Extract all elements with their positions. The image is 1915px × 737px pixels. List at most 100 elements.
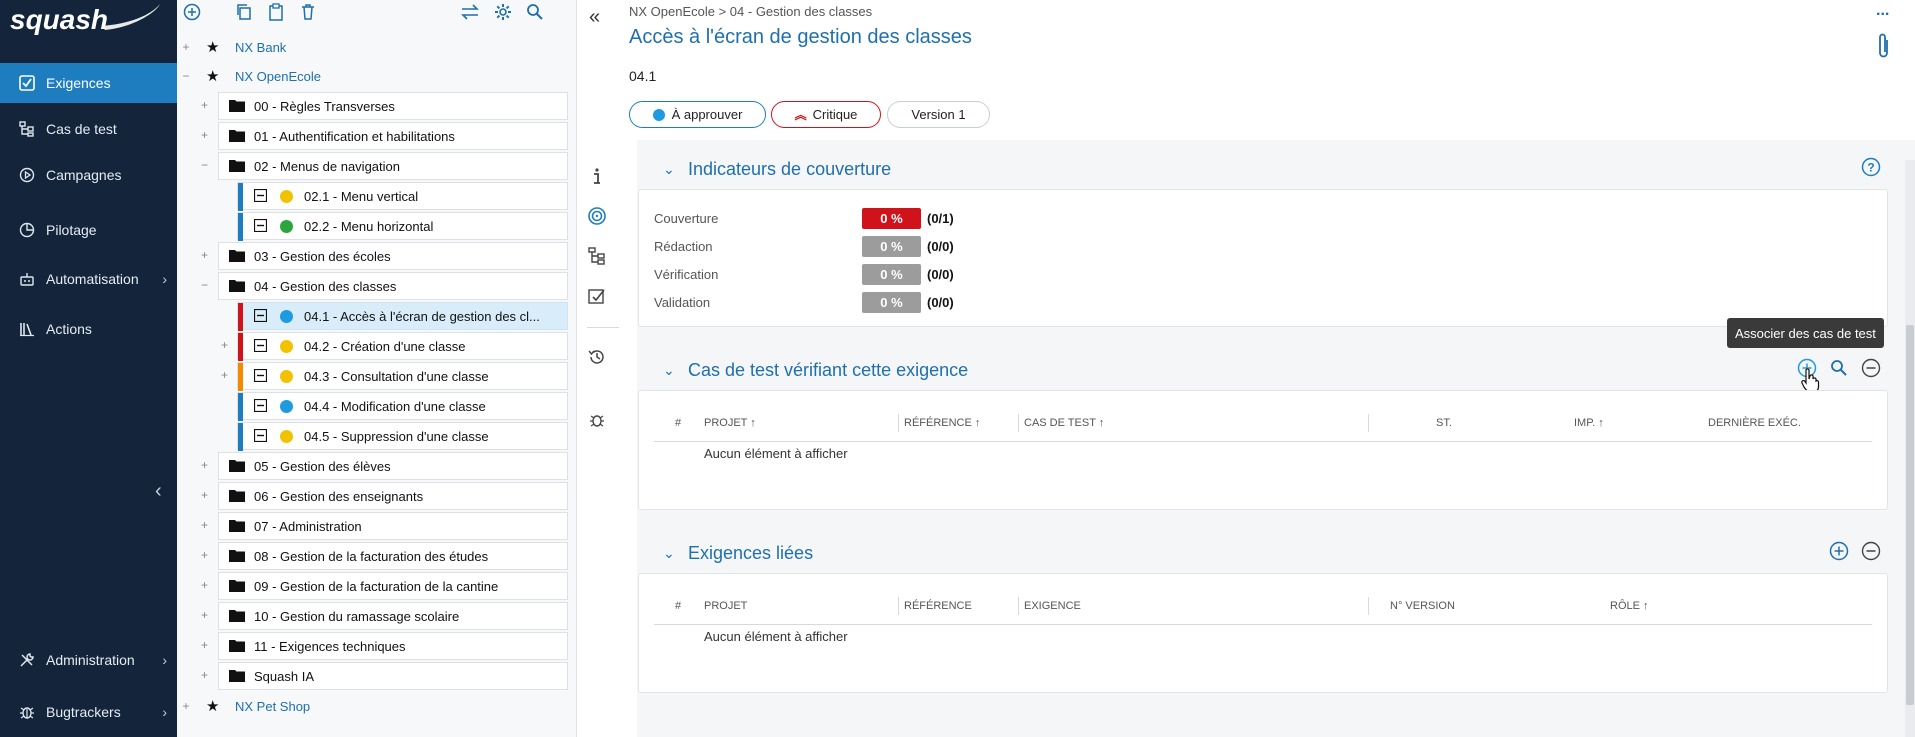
delete-icon[interactable] bbox=[298, 2, 318, 22]
expand-icon[interactable]: + bbox=[201, 578, 208, 592]
expand-icon[interactable]: + bbox=[201, 248, 208, 262]
folder-label: 01 - Authentification et habilitations bbox=[254, 129, 455, 144]
expand-icon[interactable]: + bbox=[201, 98, 208, 112]
folder-icon bbox=[229, 129, 245, 147]
nav-item-administration[interactable]: Administration › bbox=[0, 640, 177, 680]
coverage-ratio: (0/1) bbox=[927, 211, 954, 226]
expand-icon[interactable]: + bbox=[201, 458, 208, 472]
project-label: NX Pet Shop bbox=[235, 698, 311, 714]
expand-icon[interactable]: + bbox=[221, 338, 228, 352]
folder-label: 05 - Gestion des élèves bbox=[254, 459, 391, 474]
expand-icon[interactable]: + bbox=[201, 668, 208, 682]
nav-label: Administration bbox=[46, 652, 135, 668]
attachment-icon[interactable] bbox=[1876, 32, 1892, 65]
expand-icon[interactable]: + bbox=[221, 368, 228, 382]
column-header[interactable]: # bbox=[675, 600, 681, 612]
tree-project-nx-pet-shop[interactable]: + ★ NX Pet Shop bbox=[180, 692, 560, 720]
tree-project-nx-bank[interactable]: + ★ NX Bank bbox=[180, 33, 560, 61]
status-dot-icon bbox=[280, 220, 293, 233]
table-divider bbox=[654, 441, 1872, 442]
column-separator[interactable] bbox=[1018, 597, 1019, 615]
gear-icon[interactable] bbox=[493, 2, 513, 22]
nav-item-automatisation[interactable]: Automatisation › bbox=[0, 259, 177, 299]
nav-item-pilotage[interactable]: Pilotage bbox=[0, 210, 177, 250]
search-testcase-icon[interactable] bbox=[1828, 357, 1850, 379]
column-header[interactable]: CAS DE TEST ↑ bbox=[1024, 417, 1104, 429]
tab-history[interactable] bbox=[577, 337, 617, 377]
remove-testcase-button[interactable] bbox=[1860, 357, 1882, 379]
column-header[interactable]: RÉFÉRENCE bbox=[904, 600, 972, 612]
status-dot-icon bbox=[280, 310, 293, 323]
section-collapse-icon[interactable]: ⌄ bbox=[663, 545, 675, 562]
tree-project-nx-openecole[interactable]: − ★ NX OpenEcole bbox=[180, 62, 560, 90]
collapse-icon[interactable]: − bbox=[180, 69, 192, 83]
collapse-icon[interactable]: − bbox=[201, 158, 208, 172]
status-badge[interactable]: À approuver bbox=[629, 101, 766, 128]
help-icon[interactable]: ? bbox=[1860, 156, 1882, 178]
section-collapse-icon[interactable]: ⌄ bbox=[663, 362, 675, 379]
expand-icon[interactable]: + bbox=[180, 699, 192, 713]
coverage-percent-badge: 0 % bbox=[862, 236, 921, 257]
search-icon[interactable] bbox=[525, 2, 545, 22]
expand-icon[interactable]: + bbox=[201, 548, 208, 562]
expand-icon[interactable]: + bbox=[201, 488, 208, 502]
add-icon[interactable] bbox=[182, 2, 202, 22]
expand-icon[interactable]: + bbox=[180, 40, 192, 54]
column-header[interactable]: PROJET ↑ bbox=[704, 417, 756, 429]
collapse-tree-icon[interactable]: « bbox=[589, 6, 600, 29]
paste-icon[interactable] bbox=[266, 2, 286, 22]
nav-item-actions[interactable]: Actions bbox=[0, 309, 177, 349]
transfer-icon[interactable] bbox=[460, 2, 480, 22]
nav-item-exigences[interactable]: Exigences bbox=[0, 63, 177, 103]
column-separator[interactable] bbox=[1368, 597, 1369, 615]
tab-hierarchy[interactable] bbox=[577, 236, 617, 276]
expand-icon[interactable]: + bbox=[201, 518, 208, 532]
tab-bugs[interactable] bbox=[577, 400, 617, 440]
squash-logo[interactable]: squash bbox=[10, 2, 162, 40]
coverage-section-title: Indicateurs de couverture bbox=[688, 159, 892, 179]
requirement-icon bbox=[253, 338, 268, 357]
nav-item-bugtrackers[interactable]: Bugtrackers › bbox=[0, 692, 177, 732]
testcases-section-title: Cas de test vérifiant cette exigence bbox=[688, 360, 969, 380]
column-separator[interactable] bbox=[1018, 414, 1019, 432]
expand-icon[interactable]: + bbox=[201, 128, 208, 142]
add-linked-requirement-button[interactable] bbox=[1828, 540, 1850, 562]
column-header[interactable]: EXIGENCE bbox=[1024, 600, 1081, 612]
nav-item-campagnes[interactable]: Campagnes bbox=[0, 155, 177, 195]
criticality-bar bbox=[238, 333, 243, 361]
scrollbar-thumb[interactable] bbox=[1906, 325, 1914, 705]
expand-icon[interactable]: + bbox=[201, 638, 208, 652]
copy-icon[interactable] bbox=[234, 2, 254, 22]
column-separator[interactable] bbox=[1368, 414, 1369, 432]
collapse-icon[interactable]: − bbox=[201, 278, 208, 292]
expand-icon[interactable]: + bbox=[201, 608, 208, 622]
collapse-sidebar-icon[interactable]: ‹ bbox=[155, 480, 162, 503]
tab-verification[interactable] bbox=[577, 276, 617, 316]
remove-linked-requirement-button[interactable] bbox=[1860, 540, 1882, 562]
column-header[interactable]: IMP. ↑ bbox=[1574, 417, 1604, 429]
criticality-bar bbox=[238, 213, 243, 241]
tab-information[interactable] bbox=[577, 156, 617, 196]
tab-coverage[interactable] bbox=[577, 196, 617, 236]
folder-icon bbox=[229, 669, 245, 687]
folder-icon bbox=[229, 99, 245, 117]
column-header[interactable]: RÔLE ↑ bbox=[1610, 600, 1649, 612]
nav-item-cas-de-test[interactable]: Cas de test bbox=[0, 109, 177, 149]
column-header[interactable]: N° VERSION bbox=[1390, 600, 1455, 612]
section-collapse-icon[interactable]: ⌄ bbox=[663, 161, 675, 178]
breadcrumb[interactable]: NX OpenEcole > 04 - Gestion des classes bbox=[629, 4, 872, 19]
column-header[interactable]: DERNIÈRE EXÉC. bbox=[1708, 417, 1801, 429]
column-header[interactable]: RÉFÉRENCE ↑ bbox=[904, 417, 980, 429]
coverage-label: Vérification bbox=[654, 267, 719, 282]
version-badge[interactable]: Version 1 bbox=[887, 101, 990, 128]
column-separator[interactable] bbox=[898, 597, 899, 615]
column-header[interactable]: ST. bbox=[1436, 417, 1452, 429]
column-header[interactable]: PROJET bbox=[704, 600, 747, 612]
folder-icon bbox=[229, 609, 245, 627]
test-case-icon bbox=[18, 120, 36, 138]
column-header[interactable]: # bbox=[675, 417, 681, 429]
column-separator[interactable] bbox=[898, 414, 899, 432]
criticality-badge[interactable]: ︽ Critique bbox=[771, 101, 881, 128]
more-options-icon[interactable]: ... bbox=[1876, 2, 1889, 20]
folder-label: 09 - Gestion de la facturation de la can… bbox=[254, 579, 499, 594]
